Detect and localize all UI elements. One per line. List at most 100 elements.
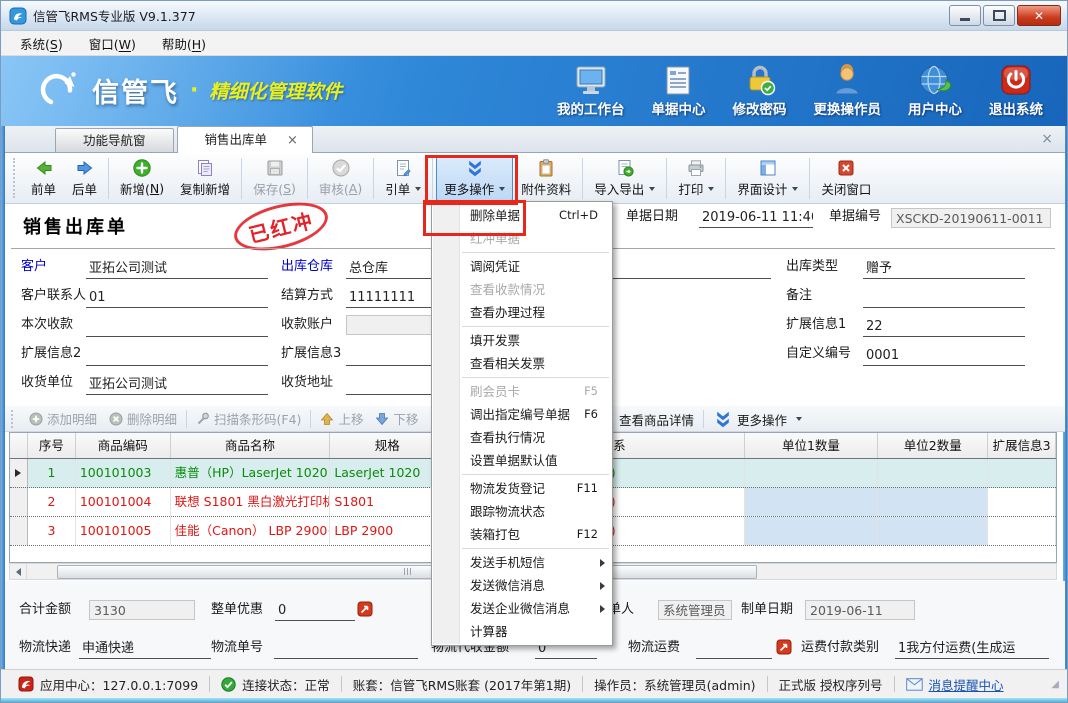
scroll-left-button[interactable] <box>10 564 27 579</box>
submenu-arrow-icon <box>600 559 605 567</box>
table-cell <box>878 459 988 487</box>
toolbar-button-label: 保存(S) <box>253 179 296 198</box>
grid-toolbar-label: 扫描条形码(F4) <box>214 409 301 428</box>
doc-number-value: XSCKD-20190611-0011 <box>891 208 1051 228</box>
banner-action-更换操作员[interactable]: 更换操作员 <box>814 63 882 118</box>
window-border-bottom <box>1 698 1067 703</box>
menu-item-跟踪物流状态[interactable]: 跟踪物流状态 <box>432 500 612 523</box>
menu-item-删除单据[interactable]: 删除单据Ctrl+D <box>432 204 612 227</box>
table-cell: 佳能（Canon） LBP 2900+ <box>171 517 331 545</box>
field-value-本次收款[interactable] <box>86 316 268 337</box>
tab-close-icon[interactable]: × <box>287 134 298 147</box>
column-header-商品编码: 商品编码 <box>76 433 171 458</box>
menu-item-计算器[interactable]: 计算器 <box>432 620 612 643</box>
toolbar-button-新增(N)[interactable]: 新增(N) <box>112 155 172 201</box>
footer-value-物流运费[interactable] <box>696 638 772 659</box>
tab-功能导航窗[interactable]: 功能导航窗 <box>55 128 174 152</box>
menu-item-填开发票[interactable]: 填开发票 <box>432 329 612 352</box>
table-cell <box>988 488 1056 516</box>
menu-item-红冲单据: 红冲单据 <box>432 227 612 250</box>
adjust-tool-icon[interactable] <box>776 639 792 655</box>
submenu-arrow-icon <box>600 605 605 613</box>
field-value-扩展信息2[interactable] <box>86 345 268 366</box>
banner-action-我的工作台[interactable]: 我的工作台 <box>557 63 625 118</box>
menu-item-查看办理过程[interactable]: 查看办理过程 <box>432 301 612 324</box>
field-value-客户[interactable]: 亚拓公司测试 <box>86 258 268 279</box>
footer-value-运费付款类别[interactable]: 1我方付运费(生成运 <box>895 638 1049 659</box>
toolbar-button-审核(A): 审核(A) <box>311 155 370 201</box>
menu-shortcut: F5 <box>584 380 598 403</box>
grid-toolbar-button-下移: 下移 <box>369 409 424 428</box>
tabstrip-close-icon[interactable]: × <box>1041 131 1053 147</box>
menu-bar: 系统(S)窗口(W)帮助(H) <box>1 31 1067 56</box>
menubar-item-2[interactable]: 帮助(H) <box>149 31 219 56</box>
toolbar-button-界面设计[interactable]: 界面设计 <box>729 155 806 201</box>
menu-item-发送微信消息[interactable]: 发送微信消息 <box>432 574 612 597</box>
banner-action-单据中心[interactable]: 单据中心 <box>652 63 706 118</box>
footer-value-整单优惠[interactable]: 0 <box>275 600 355 621</box>
scrollbar-thumb[interactable] <box>57 565 757 579</box>
menu-item-查看执行情况[interactable]: 查看执行情况 <box>432 426 612 449</box>
document-center-icon <box>662 63 696 97</box>
toolbar-button-前单[interactable]: 前单 <box>23 155 64 201</box>
menu-separator <box>462 474 609 475</box>
minimize-button[interactable] <box>949 5 981 26</box>
doc-date-value[interactable]: 2019-06-11 11:46 <box>699 207 813 228</box>
toolbar-button-更多操作[interactable]: 更多操作 <box>436 155 513 201</box>
banner-action-用户中心[interactable]: 用户中心 <box>908 63 962 118</box>
menu-item-物流发货登记[interactable]: 物流发货登记F11 <box>432 477 612 500</box>
column-header-扩展信息3: 扩展信息3 <box>988 433 1056 458</box>
audit-check-icon <box>331 158 351 178</box>
grid-toolbar-button-更多操作[interactable]: 更多操作 <box>707 409 808 429</box>
field-value-备注[interactable] <box>863 287 1025 308</box>
menubar-item-0[interactable]: 系统(S) <box>7 31 76 56</box>
grid-toolbar-button-删除明细: 删除明细 <box>103 409 183 428</box>
field-label-结算方式: 结算方式 <box>281 283 333 309</box>
menu-item-装箱打包[interactable]: 装箱打包F12 <box>432 523 612 546</box>
toolbar-separator <box>310 410 311 428</box>
table-cell <box>878 517 988 545</box>
banner-action-修改密码[interactable]: 修改密码 <box>733 63 787 118</box>
toolbar-button-后单[interactable]: 后单 <box>64 155 105 201</box>
field-value-自定义编号[interactable]: 0001 <box>863 345 1025 366</box>
footer-value-物流快递[interactable]: 申通快递 <box>79 638 211 659</box>
grid-toolbar-label: 添加明细 <box>47 409 97 428</box>
toolbar-button-复制新增[interactable]: 复制新增 <box>172 155 238 201</box>
toolbar-button-引单[interactable]: 引单 <box>377 155 429 201</box>
statusbar-item-5[interactable]: 消息提醒中心 <box>895 675 1015 694</box>
table-cell <box>988 459 1056 487</box>
footer-value-物流单号[interactable] <box>274 638 418 659</box>
toolbar-button-关闭窗口[interactable]: 关闭窗口 <box>813 155 879 201</box>
toolbar-button-导入导出[interactable]: 导入导出 <box>586 155 663 201</box>
window-title: 信管飞RMS专业版 V9.1.377 <box>33 6 196 25</box>
field-value-客户联系人[interactable]: 01 <box>86 287 268 308</box>
menubar-item-1[interactable]: 窗口(W) <box>76 31 149 56</box>
field-value-出库类型[interactable]: 赠予 <box>863 258 1025 279</box>
app-center-icon <box>18 676 34 692</box>
field-label-出库类型: 出库类型 <box>786 254 838 280</box>
menu-item-发送手机短信[interactable]: 发送手机短信 <box>432 551 612 574</box>
menu-item-调阅凭证[interactable]: 调阅凭证 <box>432 255 612 278</box>
close-button[interactable]: ✕ <box>1017 5 1061 26</box>
toolbar-button-附件资料[interactable]: 附件资料 <box>513 155 579 201</box>
statusbar-text: 账套：信管飞RMS账套 (2017年第1期) <box>353 675 571 694</box>
toolbar-button-打印[interactable]: 打印 <box>670 155 722 201</box>
menu-item-设置单据默认值[interactable]: 设置单据默认值 <box>432 449 612 472</box>
field-value-收货单位[interactable]: 亚拓公司测试 <box>86 374 268 395</box>
add-detail-icon <box>29 412 43 426</box>
footer-label-合计金额: 合计金额 <box>19 599 71 621</box>
maximize-button[interactable] <box>983 5 1015 26</box>
table-cell: LBP 2900 <box>330 517 445 545</box>
toolbar-grip <box>11 410 17 428</box>
menu-item-查看相关发票[interactable]: 查看相关发票 <box>432 352 612 375</box>
grid-toolbar-button-查看商品详情[interactable]: 查看商品详情 <box>613 410 700 429</box>
table-cell: S1801 <box>330 488 445 516</box>
adjust-tool-icon[interactable] <box>357 601 373 617</box>
field-value-扩展信息1[interactable]: 22 <box>863 316 1025 337</box>
banner-action-退出系统[interactable]: 退出系统 <box>989 63 1043 118</box>
menu-item-调出指定编号单据[interactable]: 调出指定编号单据F6 <box>432 403 612 426</box>
menu-item-发送企业微信消息[interactable]: 发送企业微信消息 <box>432 597 612 620</box>
table-cell: 3 <box>28 517 76 545</box>
table-cell: 100101005 <box>76 517 171 545</box>
tab-销售出库单[interactable]: 销售出库单× <box>177 126 313 153</box>
